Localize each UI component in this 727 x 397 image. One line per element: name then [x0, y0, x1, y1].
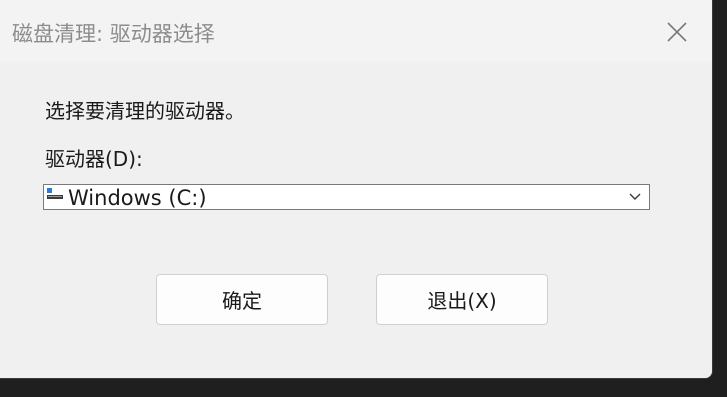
ok-button[interactable]: 确定 — [156, 274, 328, 325]
window-title: 磁盘清理: 驱动器选择 — [12, 22, 215, 46]
close-button[interactable] — [652, 10, 702, 54]
prompt-text: 选择要清理的驱动器。 — [45, 99, 245, 123]
title-bar[interactable]: 磁盘清理: 驱动器选择 — [0, 0, 712, 62]
drive-label: 驱动器(D): — [45, 147, 143, 171]
disk-cleanup-dialog: 磁盘清理: 驱动器选择 选择要清理的驱动器。 驱动器(D): Windows (… — [0, 0, 713, 379]
chevron-down-icon — [629, 193, 641, 200]
drive-select[interactable]: Windows (C:) — [43, 184, 650, 210]
drive-select-value: Windows (C:) — [68, 186, 207, 210]
drive-icon — [47, 188, 63, 199]
exit-button[interactable]: 退出(X) — [376, 274, 548, 325]
close-icon — [667, 22, 687, 42]
